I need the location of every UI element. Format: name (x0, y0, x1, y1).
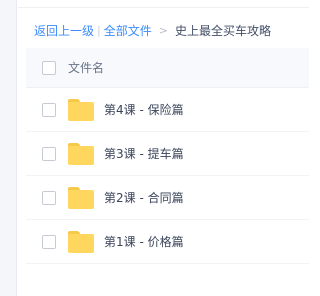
row-checkbox[interactable] (42, 146, 56, 161)
current-folder-label: 史上最全买车攻略 (174, 23, 271, 38)
back-link[interactable]: 返回上一级 (34, 22, 94, 39)
top-divider (18, 0, 309, 8)
folder-icon[interactable] (68, 98, 94, 121)
folder-icon[interactable] (68, 230, 94, 253)
file-name-link[interactable]: 第4课 - 保险篇 (104, 101, 184, 118)
list-item[interactable]: 第4课 - 保险篇 (26, 88, 309, 132)
breadcrumb: 返回上一级 | 全部文件 > 史上最全买车攻略 (34, 20, 271, 40)
left-sidebar-edge (0, 0, 17, 296)
list-item[interactable]: 第1课 - 价格篇 (26, 220, 309, 264)
file-name-link[interactable]: 第3课 - 提车篇 (104, 145, 184, 162)
file-name-link[interactable]: 第1课 - 价格篇 (104, 233, 184, 250)
row-checkbox[interactable] (42, 190, 56, 205)
breadcrumb-separator: | (97, 23, 101, 37)
breadcrumb-arrow-icon: > (158, 23, 168, 37)
row-checkbox[interactable] (42, 234, 56, 249)
list-item[interactable]: 第2课 - 合同篇 (26, 176, 309, 220)
file-list: 文件名 第4课 - 保险篇 第3课 - 提车篇 第2课 - 合同篇 第1课 - … (26, 48, 309, 264)
file-browser: 返回上一级 | 全部文件 > 史上最全买车攻略 文件名 第4课 - 保险篇 第3… (0, 0, 309, 296)
list-header: 文件名 (26, 48, 309, 88)
column-header-filename[interactable]: 文件名 (68, 59, 104, 76)
folder-icon[interactable] (68, 142, 94, 165)
all-files-link[interactable]: 全部文件 (104, 22, 152, 39)
folder-icon[interactable] (68, 186, 94, 209)
list-item[interactable]: 第3课 - 提车篇 (26, 132, 309, 176)
row-checkbox[interactable] (42, 102, 56, 117)
file-name-link[interactable]: 第2课 - 合同篇 (104, 189, 184, 206)
select-all-checkbox[interactable] (42, 60, 56, 75)
